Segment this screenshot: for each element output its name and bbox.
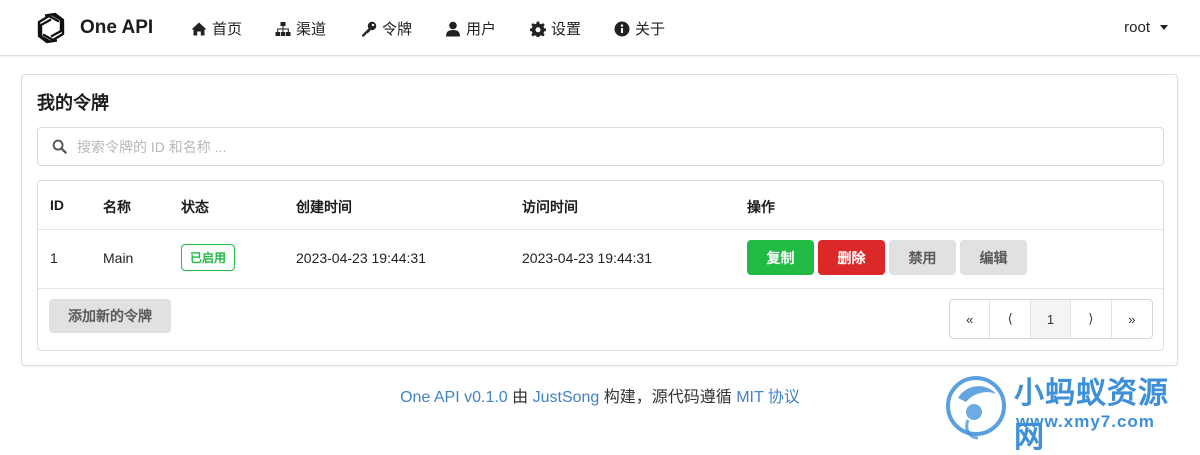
info-icon <box>614 21 630 36</box>
user-menu[interactable]: root <box>1124 19 1168 36</box>
column-header-status[interactable]: 状态 <box>181 197 209 217</box>
column-header-name[interactable]: 名称 <box>103 197 131 217</box>
header-divider <box>38 229 1163 230</box>
nav-item-home[interactable]: 首页 <box>191 18 242 39</box>
delete-button[interactable]: 删除 <box>818 240 885 275</box>
gear-icon <box>530 21 546 37</box>
version-link[interactable]: One API v0.1.0 <box>400 389 508 406</box>
first-page-button[interactable]: « <box>950 300 991 338</box>
caret-down-icon <box>1160 25 1168 30</box>
page-title: 我的令牌 <box>37 93 109 113</box>
cell-accessed-time: 2023-04-23 19:44:31 <box>522 250 652 266</box>
disable-button[interactable]: 禁用 <box>889 240 956 275</box>
ant-logo-icon <box>946 376 1006 440</box>
key-icon <box>362 21 377 36</box>
copy-button[interactable]: 复制 <box>747 240 814 275</box>
next-page-button[interactable]: ⟩ <box>1071 300 1112 338</box>
nav-item-label: 令牌 <box>382 21 413 38</box>
license-link[interactable]: MIT 协议 <box>736 389 800 406</box>
tokens-card: 我的令牌 ID 名称 状态 创建时间 访问时间 操作 1 Main 已启用 20… <box>21 74 1178 366</box>
add-token-button[interactable]: 添加新的令牌 <box>49 299 171 333</box>
nav-item-label: 用户 <box>466 21 497 38</box>
search-icon <box>52 139 67 154</box>
brand[interactable]: One API <box>33 10 153 46</box>
cell-name: Main <box>103 250 134 266</box>
column-header-created[interactable]: 创建时间 <box>296 197 352 217</box>
search-box[interactable] <box>37 127 1164 166</box>
nav-item-about[interactable]: 关于 <box>614 18 665 39</box>
top-navbar: One API 首页 渠道 令牌 用户 设置 关于 root <box>0 0 1200 56</box>
edit-button[interactable]: 编辑 <box>960 240 1027 275</box>
nav-item-label: 设置 <box>551 21 582 38</box>
prev-page-button[interactable]: ⟨ <box>990 300 1031 338</box>
nav-item-label: 首页 <box>212 21 243 38</box>
row-divider <box>38 288 1163 289</box>
openai-logo-icon <box>37 12 65 44</box>
pagination: « ⟨ 1 ⟩ » <box>949 299 1153 339</box>
nav-item-label: 渠道 <box>296 21 327 38</box>
nav-item-settings[interactable]: 设置 <box>530 18 581 39</box>
nav-item-channels[interactable]: 渠道 <box>275 18 326 39</box>
author-link[interactable]: JustSong <box>533 389 600 406</box>
status-badge: 已启用 <box>181 244 236 271</box>
column-header-id: ID <box>50 197 64 213</box>
app-name: One API <box>80 17 154 38</box>
watermark-url: www.xmy7.com <box>1016 412 1155 431</box>
footer-text-middle: 构建，源代码遵循 <box>599 389 737 406</box>
page-button-current[interactable]: 1 <box>1030 300 1072 338</box>
nav-item-users[interactable]: 用户 <box>445 18 496 39</box>
last-page-button[interactable]: » <box>1112 300 1152 338</box>
column-header-actions: 操作 <box>747 199 775 215</box>
search-input[interactable] <box>77 138 1163 155</box>
user-icon <box>446 21 460 36</box>
sitemap-icon <box>275 21 291 36</box>
cell-id: 1 <box>50 250 58 266</box>
tokens-table: ID 名称 状态 创建时间 访问时间 操作 1 Main 已启用 2023-04… <box>37 180 1164 351</box>
watermark: 小蚂蚁资源网 www.xmy7.com <box>944 366 1194 454</box>
cell-created-time: 2023-04-23 19:44:31 <box>296 250 426 266</box>
column-header-accessed[interactable]: 访问时间 <box>522 197 578 217</box>
nav-item-tokens[interactable]: 令牌 <box>361 18 412 39</box>
home-icon <box>191 22 207 35</box>
nav-item-label: 关于 <box>635 21 666 38</box>
footer-text-by: 由 <box>507 389 533 406</box>
user-name: root <box>1124 19 1150 36</box>
